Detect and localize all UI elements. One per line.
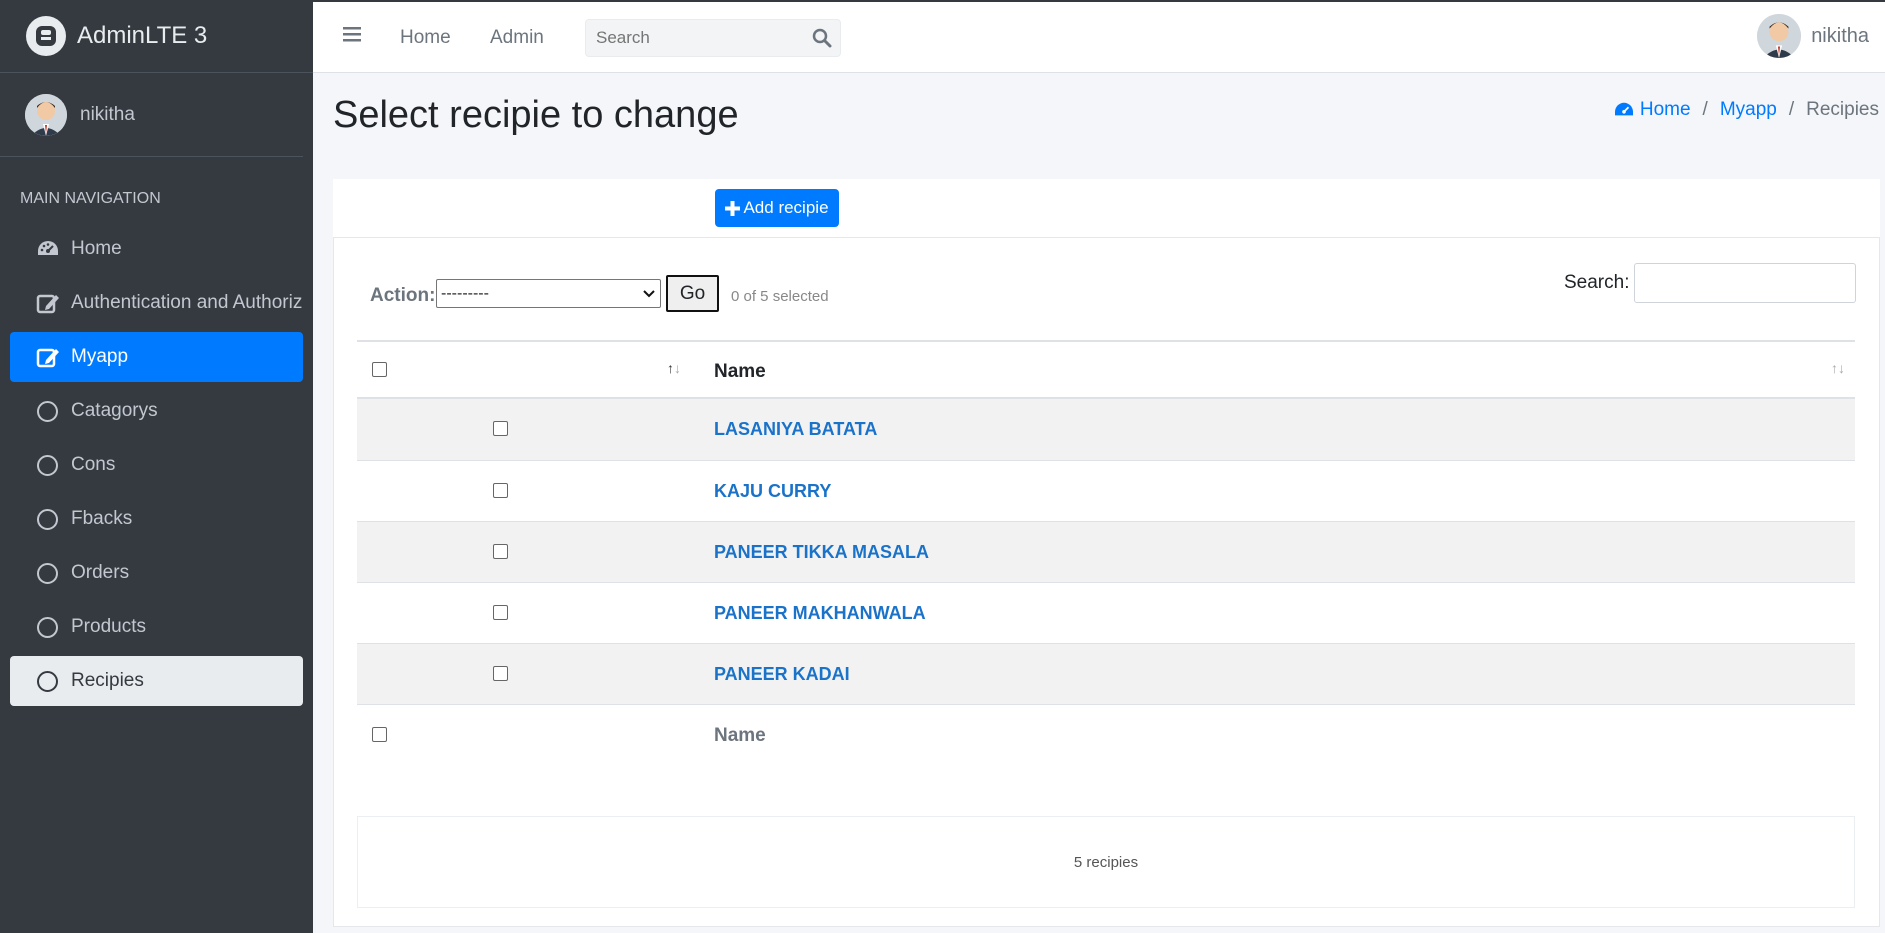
page-title: Select recipie to change [333, 94, 739, 136]
table-row: LASANIYA BATATA [357, 399, 1855, 460]
sort-icon[interactable]: ↑↓ [1831, 360, 1845, 376]
sidebar-item-label: Recipies [71, 670, 144, 691]
sidebar-item-recipies[interactable]: Recipies [10, 656, 303, 706]
sidebar-item-catagorys[interactable]: Catagorys [10, 386, 303, 436]
dashboard-icon [34, 239, 61, 259]
row-name-cell: PANEER MAKHANWALA [714, 603, 926, 624]
sidebar-item-auth[interactable]: Authentication and Authoriz [10, 278, 303, 328]
action-select-value: --------- [441, 284, 489, 302]
changelist-card: Action: --------- Go 0 of 5 selected Sea… [333, 237, 1880, 927]
circle-icon [34, 616, 61, 638]
brand-link[interactable]: AdminLTE 3 [0, 0, 313, 73]
menu-toggle-icon[interactable] [343, 26, 361, 47]
sidebar-item-myapp[interactable]: Myapp [10, 332, 303, 382]
user-avatar [25, 93, 67, 136]
row-checkbox[interactable] [493, 421, 508, 436]
breadcrumb-myapp[interactable]: Myapp [1720, 99, 1777, 121]
sidebar-item-home[interactable]: Home [10, 224, 303, 274]
sidebar-item-orders[interactable]: Orders [10, 548, 303, 598]
row-name-cell: LASANIYA BATATA [714, 419, 877, 440]
search-label: Search: [1564, 272, 1630, 293]
column-footer-name: Name [714, 725, 766, 746]
plus-icon [725, 200, 741, 216]
edit-icon [34, 292, 61, 314]
action-label: Action: [370, 285, 436, 306]
sidebar-item-label: Products [71, 616, 146, 637]
add-recipie-button[interactable]: Add recipie [715, 189, 839, 227]
sidebar-item-label: Myapp [71, 346, 129, 367]
top-link-admin[interactable]: Admin [490, 27, 544, 49]
sidebar-item-fbacks[interactable]: Fbacks [10, 494, 303, 544]
sidebar-item-label: Authentication and Authoriz [71, 292, 303, 313]
sidebar-item-label: Fbacks [71, 508, 133, 529]
breadcrumb-separator: / [1788, 99, 1795, 120]
circle-icon [34, 400, 61, 422]
sidebar-item-label: Orders [71, 562, 130, 583]
circle-icon [34, 562, 61, 584]
sidebar-item-label: Catagorys [71, 400, 158, 421]
sidebar-item-label: Cons [71, 454, 116, 475]
row-name-cell: PANEER KADAI [714, 664, 850, 685]
row-checkbox[interactable] [493, 483, 508, 498]
table-footer-row: Name [357, 704, 1855, 765]
breadcrumb-separator: / [1702, 99, 1708, 120]
table-row: PANEER TIKKA MASALA [357, 521, 1855, 582]
row-link[interactable]: LASANIYA BATATA [714, 419, 877, 439]
row-link[interactable]: PANEER TIKKA MASALA [714, 542, 929, 562]
sidebar-item-cons[interactable]: Cons [10, 440, 303, 490]
top-user-avatar [1757, 14, 1802, 58]
top-search [585, 19, 841, 57]
top-search-input[interactable] [586, 20, 796, 56]
select-all-footer-checkbox[interactable] [372, 727, 387, 742]
table-row: PANEER KADAI [357, 643, 1855, 704]
row-checkbox[interactable] [493, 544, 508, 559]
action-select[interactable]: --------- [436, 279, 661, 308]
select-all-checkbox[interactable] [372, 362, 387, 377]
search-icon[interactable] [812, 28, 832, 53]
add-recipie-label: Add recipie [743, 198, 829, 217]
selection-counter: 0 of 5 selected [731, 288, 829, 305]
brand-logo-icon [26, 16, 66, 56]
table-row: KAJU CURRY [357, 460, 1855, 521]
results-table: ↑↓ Name ↑↓ LASANIYA BATATA KAJU CURRY PA… [357, 340, 1855, 765]
table-header-row: ↑↓ Name ↑↓ [357, 340, 1855, 399]
circle-icon [34, 454, 61, 476]
row-name-cell: PANEER TIKKA MASALA [714, 542, 929, 563]
breadcrumb-home[interactable]: Home [1640, 99, 1691, 121]
sort-icon[interactable]: ↑↓ [667, 360, 681, 376]
top-user-menu[interactable]: nikitha [1757, 14, 1869, 58]
paginator: 5 recipies [357, 816, 1855, 908]
circle-icon [34, 508, 61, 530]
top-link-home[interactable]: Home [400, 27, 451, 49]
row-checkbox[interactable] [493, 605, 508, 620]
object-tools: Add recipie [333, 179, 1880, 237]
top-user-name: nikitha [1811, 24, 1869, 47]
sidebar: AdminLTE 3 nikitha MAIN NAVIGATION Home … [0, 0, 313, 933]
go-button[interactable]: Go [666, 275, 719, 312]
breadcrumb: Home / Myapp / Recipies [1613, 99, 1879, 121]
breadcrumb-current: Recipies [1806, 99, 1879, 120]
user-panel[interactable]: nikitha [0, 73, 303, 157]
brand-title: AdminLTE 3 [77, 22, 208, 49]
top-navbar: Home Admin nikitha [313, 0, 1885, 73]
row-name-cell: KAJU CURRY [714, 481, 831, 502]
result-count: 5 recipies [1073, 854, 1139, 871]
column-header-name[interactable]: Name [714, 361, 766, 383]
nav-header: MAIN NAVIGATION [20, 190, 161, 207]
sidebar-item-products[interactable]: Products [10, 602, 303, 652]
user-name: nikitha [80, 103, 135, 125]
dashboard-icon [1613, 101, 1635, 119]
sidebar-item-label: Home [71, 238, 122, 259]
edit-icon [34, 346, 61, 368]
circle-icon [34, 670, 61, 692]
row-link[interactable]: PANEER MAKHANWALA [714, 603, 926, 623]
table-row: PANEER MAKHANWALA [357, 582, 1855, 643]
row-link[interactable]: PANEER KADAI [714, 664, 850, 684]
row-link[interactable]: KAJU CURRY [714, 481, 831, 501]
table-search-input[interactable] [1634, 263, 1856, 303]
chevron-down-icon [643, 289, 655, 298]
row-checkbox[interactable] [493, 666, 508, 681]
